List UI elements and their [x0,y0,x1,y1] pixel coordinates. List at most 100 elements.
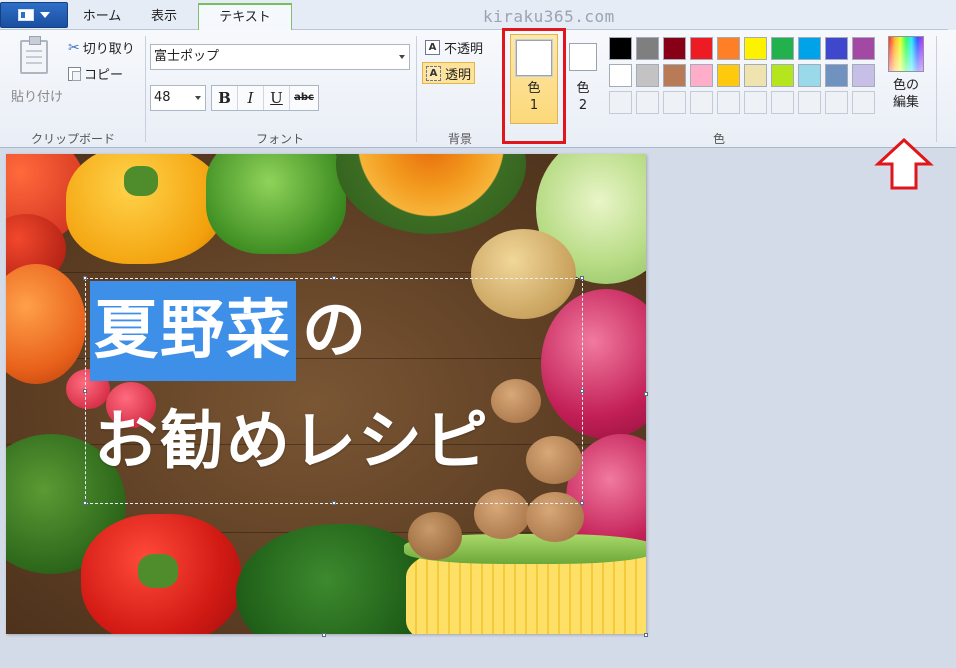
edit-colors-label-line1: 色の [892,78,919,93]
palette-swatch[interactable] [609,37,632,60]
opaque-label: 不透明 [444,41,484,57]
palette-swatch[interactable] [852,64,875,87]
palette-custom-slot[interactable] [744,91,767,114]
palette-swatch[interactable] [636,64,659,87]
paste-label: 貼り付け [10,90,63,105]
palette-custom-slot[interactable] [825,91,848,114]
palette-swatch[interactable] [744,64,767,87]
palette-swatch[interactable] [771,64,794,87]
resize-handle[interactable] [580,389,584,393]
palette-swatch[interactable] [825,37,848,60]
underline-button[interactable]: U [264,86,290,110]
transparent-icon: A [426,65,441,81]
color-spectrum-icon [888,36,924,72]
color-palette [609,37,881,114]
transparent-background-button[interactable]: A 透明 [422,62,476,84]
palette-custom-slot[interactable] [717,91,740,114]
cut-button[interactable]: ✂ 切り取り [68,38,135,58]
font-family-value: 富士ポップ [154,49,220,64]
color2-label-line1: 色 [576,81,590,96]
resize-handle[interactable] [332,501,336,505]
chevron-down-icon [195,96,201,100]
copy-button[interactable]: コピー [68,64,123,83]
resize-handle[interactable] [83,501,87,505]
canvas-text-line1[interactable]: 夏野菜 の [90,281,368,381]
font-size-value: 48 [154,90,171,105]
transparent-label: 透明 [445,67,472,83]
canvas-resize-handle[interactable] [322,633,326,637]
font-size-select[interactable]: 48 [150,85,206,111]
palette-swatch[interactable] [609,64,632,87]
tab-home[interactable]: ホーム [74,4,130,30]
canvas-text-line2[interactable]: お勧めレシピ [94,392,490,492]
canvas-resize-handle[interactable] [644,392,648,396]
palette-swatch[interactable] [744,37,767,60]
canvas-resize-handle[interactable] [644,633,648,637]
clipboard-group-label: クリップボード [30,132,115,146]
palette-custom-slot[interactable] [663,91,686,114]
clipboard-icon [20,36,48,74]
edit-colors-button[interactable]: 色の 編集 [884,36,928,111]
resize-handle[interactable] [580,501,584,505]
resize-handle[interactable] [83,389,87,393]
palette-swatch[interactable] [717,37,740,60]
resize-handle[interactable] [332,276,336,280]
copy-icon [68,66,81,81]
paste-button[interactable]: 貼り付け [6,36,63,105]
palette-swatch[interactable] [771,37,794,60]
opaque-background-button[interactable]: A 不透明 [422,36,486,58]
palette-custom-slot[interactable] [771,91,794,114]
palette-custom-slot[interactable] [609,91,632,114]
unselected-text[interactable]: の [296,281,368,381]
up-arrow-icon [874,138,934,190]
text-format-buttons: B I U abc [211,85,319,111]
group-divider [416,36,417,142]
selected-text[interactable]: 夏野菜 [90,281,296,381]
copy-label: コピー [84,68,124,83]
watermark: kiraku365.com [483,7,615,26]
font-family-select[interactable]: 富士ポップ [150,44,410,70]
palette-swatch[interactable] [717,64,740,87]
palette-swatch[interactable] [798,37,821,60]
group-divider [145,36,146,142]
italic-button[interactable]: I [238,86,264,110]
lettuce-image [206,154,346,254]
ribbon-tab-bar: ホーム 表示 テキスト kiraku365.com [0,0,956,31]
app-menu-button[interactable] [0,2,68,28]
opaque-icon: A [425,39,440,55]
cut-label: 切り取り [82,42,135,57]
highlight-box [502,28,566,144]
palette-swatch[interactable] [636,37,659,60]
palette-swatch[interactable] [798,64,821,87]
colors-group-label: 色 [712,132,725,146]
palette-swatch[interactable] [663,37,686,60]
palette-custom-slot[interactable] [690,91,713,114]
color2-button[interactable]: 色 2 [566,34,600,124]
resize-handle[interactable] [580,276,584,280]
color2-swatch [569,43,597,71]
tab-view[interactable]: 表示 [136,4,192,30]
palette-custom-slot[interactable] [636,91,659,114]
pumpkin-image [336,154,526,234]
palette-custom-slot[interactable] [852,91,875,114]
palette-swatch[interactable] [690,37,713,60]
ribbon: 貼り付け ✂ 切り取り コピー クリップボード 富士ポップ 48 B I U a… [0,30,956,148]
palette-custom-slot[interactable] [798,91,821,114]
edit-colors-label-line2: 編集 [892,95,919,110]
strikethrough-button[interactable]: abc [290,86,318,110]
palette-swatch[interactable] [852,37,875,60]
palette-swatch[interactable] [825,64,848,87]
palette-swatch[interactable] [663,64,686,87]
background-group-label: 背景 [447,132,472,146]
pepper-stem-image [138,554,178,588]
document-icon [18,9,34,21]
color2-label-line2: 2 [578,98,588,113]
palette-swatch[interactable] [690,64,713,87]
chevron-down-icon [40,12,50,18]
bold-button[interactable]: B [212,86,238,110]
window-edge [948,0,956,30]
chevron-down-icon [399,55,405,59]
resize-handle[interactable] [83,276,87,280]
tab-text[interactable]: テキスト [198,3,292,31]
scissors-icon: ✂ [68,39,80,56]
